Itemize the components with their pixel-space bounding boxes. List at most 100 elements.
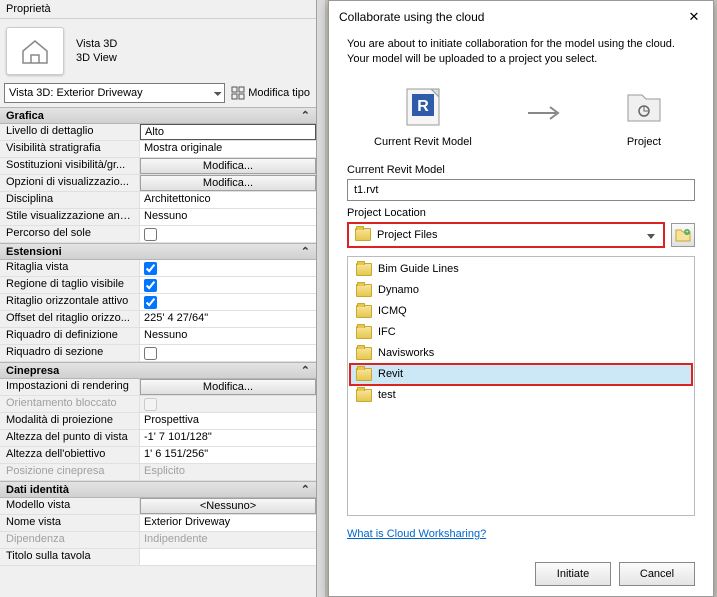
section-estensioni[interactable]: Estensioni⌃	[0, 243, 316, 260]
folder-icon	[356, 347, 372, 360]
collapse-icon: ⌃	[301, 109, 310, 122]
initiate-button[interactable]: Initiate	[535, 562, 611, 586]
new-folder-icon: +	[675, 228, 691, 242]
value-pos-cinepresa: Esplicito	[140, 464, 316, 480]
properties-panel: Proprietà Vista 3D 3D View Vista 3D: Ext…	[0, 0, 317, 597]
label-disciplina: Disciplina	[0, 192, 140, 208]
label-project-location: Project Location	[347, 207, 695, 219]
value-stile-anal[interactable]: Nessuno	[140, 209, 316, 225]
view-selector[interactable]: Vista 3D: Exterior Driveway	[4, 83, 225, 103]
folder-item[interactable]: Revit	[350, 364, 692, 385]
check-ritaglio-orizz[interactable]	[144, 296, 157, 309]
folder-icon	[356, 305, 372, 318]
label-riquadro-def: Riquadro di definizione	[0, 328, 140, 344]
folder-item[interactable]: test	[350, 385, 692, 406]
label-offset-ritaglio: Offset del ritaglio orizzo...	[0, 311, 140, 327]
check-percorso-sole[interactable]	[144, 228, 157, 241]
icon-label-model: Current Revit Model	[374, 136, 472, 148]
label-riquadro-sez: Riquadro di sezione	[0, 345, 140, 361]
folder-item[interactable]: Navisworks	[350, 343, 692, 364]
label-percorso-sole: Percorso del sole	[0, 226, 140, 242]
folder-list: Bim Guide Lines Dynamo ICMQ IFC Navisworks Re…	[347, 256, 695, 516]
view-thumbnail	[6, 27, 64, 75]
collapse-icon: ⌃	[301, 483, 310, 496]
folder-item[interactable]: ICMQ	[350, 301, 692, 322]
thumb-title: Vista 3D	[76, 38, 117, 50]
folder-name: ICMQ	[378, 305, 407, 317]
btn-sost-vis[interactable]: Modifica...	[140, 158, 316, 174]
folder-item[interactable]: IFC	[350, 322, 692, 343]
project-icon	[620, 84, 668, 130]
check-regione-vis[interactable]	[144, 279, 157, 292]
label-vis-strat: Visibilità stratigrafia	[0, 141, 140, 157]
value-nome-vista[interactable]: Exterior Driveway	[140, 515, 316, 531]
dialog-title: Collaborate using the cloud	[339, 10, 484, 24]
arrow-right-icon	[526, 103, 566, 129]
combo-text: Project Files	[377, 229, 438, 241]
worksharing-link[interactable]: What is Cloud Worksharing?	[347, 528, 695, 540]
collapse-icon: ⌃	[301, 364, 310, 377]
folder-item[interactable]: Bim Guide Lines	[350, 259, 692, 280]
label-orient-blocc: Orientamento bloccato	[0, 396, 140, 412]
label-pos-cinepresa: Posizione cinepresa	[0, 464, 140, 480]
location-combo[interactable]: Project Files	[347, 222, 665, 248]
folder-icon	[356, 284, 372, 297]
folder-icon	[356, 389, 372, 402]
label-ritaglio-orizz: Ritaglio orizzontale attivo	[0, 294, 140, 310]
input-model-name[interactable]	[347, 179, 695, 201]
label-altezza-ob: Altezza dell'obiettivo	[0, 447, 140, 463]
label-nome-vista: Nome vista	[0, 515, 140, 531]
folder-icon	[356, 368, 372, 381]
svg-text:R: R	[417, 98, 429, 115]
revit-model-icon: R	[399, 84, 447, 130]
thumb-subtitle: 3D View	[76, 52, 117, 64]
collaborate-dialog: Collaborate using the cloud ✕ You are ab…	[328, 0, 714, 597]
folder-name: test	[378, 389, 396, 401]
section-dati[interactable]: Dati identità⌃	[0, 481, 316, 498]
value-dipendenza: Indipendente	[140, 532, 316, 548]
panel-title: Proprietà	[0, 0, 316, 19]
value-titolo-tavola[interactable]	[140, 549, 316, 565]
label-regione-vis: Regione di taglio visibile	[0, 277, 140, 293]
svg-text:+: +	[685, 230, 689, 236]
edit-type-icon	[231, 86, 245, 100]
value-offset-ritaglio[interactable]: 225' 4 27/64"	[140, 311, 316, 327]
label-modello-vista: Modello vista	[0, 498, 140, 514]
btn-modello-vista[interactable]: <Nessuno>	[140, 498, 316, 514]
label-altezza-pv: Altezza del punto di vista	[0, 430, 140, 446]
folder-icon	[355, 228, 371, 241]
folder-name: Navisworks	[378, 347, 434, 359]
close-icon[interactable]: ✕	[685, 9, 703, 25]
value-altezza-pv[interactable]: -1' 7 101/128"	[140, 430, 316, 446]
section-cinepresa[interactable]: Cinepresa⌃	[0, 362, 316, 379]
value-riquadro-def[interactable]: Nessuno	[140, 328, 316, 344]
value-altezza-ob[interactable]: 1' 6 151/256"	[140, 447, 316, 463]
label-ritaglia: Ritaglia vista	[0, 260, 140, 276]
value-livello[interactable]: Alto	[140, 124, 316, 140]
label-opz-vis: Opzioni di visualizzazio...	[0, 175, 140, 191]
folder-name: IFC	[378, 326, 396, 338]
value-vis-strat[interactable]: Mostra originale	[140, 141, 316, 157]
check-orient-blocc	[144, 398, 157, 411]
folder-icon	[356, 326, 372, 339]
folder-item[interactable]: Dynamo	[350, 280, 692, 301]
btn-imp-rendering[interactable]: Modifica...	[140, 379, 316, 395]
check-riquadro-sez[interactable]	[144, 347, 157, 360]
folder-icon	[356, 263, 372, 276]
folder-name: Bim Guide Lines	[378, 263, 459, 275]
section-grafica[interactable]: Grafica⌃	[0, 107, 316, 124]
edit-type-button[interactable]: Modifica tipo	[229, 84, 312, 102]
btn-opz-vis[interactable]: Modifica...	[140, 175, 316, 191]
label-dipendenza: Dipendenza	[0, 532, 140, 548]
cancel-button[interactable]: Cancel	[619, 562, 695, 586]
label-current-model: Current Revit Model	[347, 164, 695, 176]
new-folder-button[interactable]: +	[671, 223, 695, 247]
label-titolo-tavola: Titolo sulla tavola	[0, 549, 140, 565]
value-modalita[interactable]: Prospettiva	[140, 413, 316, 429]
folder-name: Dynamo	[378, 284, 419, 296]
icon-label-project: Project	[627, 136, 661, 148]
view-thumbnail-row[interactable]: Vista 3D 3D View	[0, 19, 316, 83]
check-ritaglia[interactable]	[144, 262, 157, 275]
value-disciplina[interactable]: Architettonico	[140, 192, 316, 208]
label-imp-rendering: Impostazioni di rendering	[0, 379, 140, 395]
